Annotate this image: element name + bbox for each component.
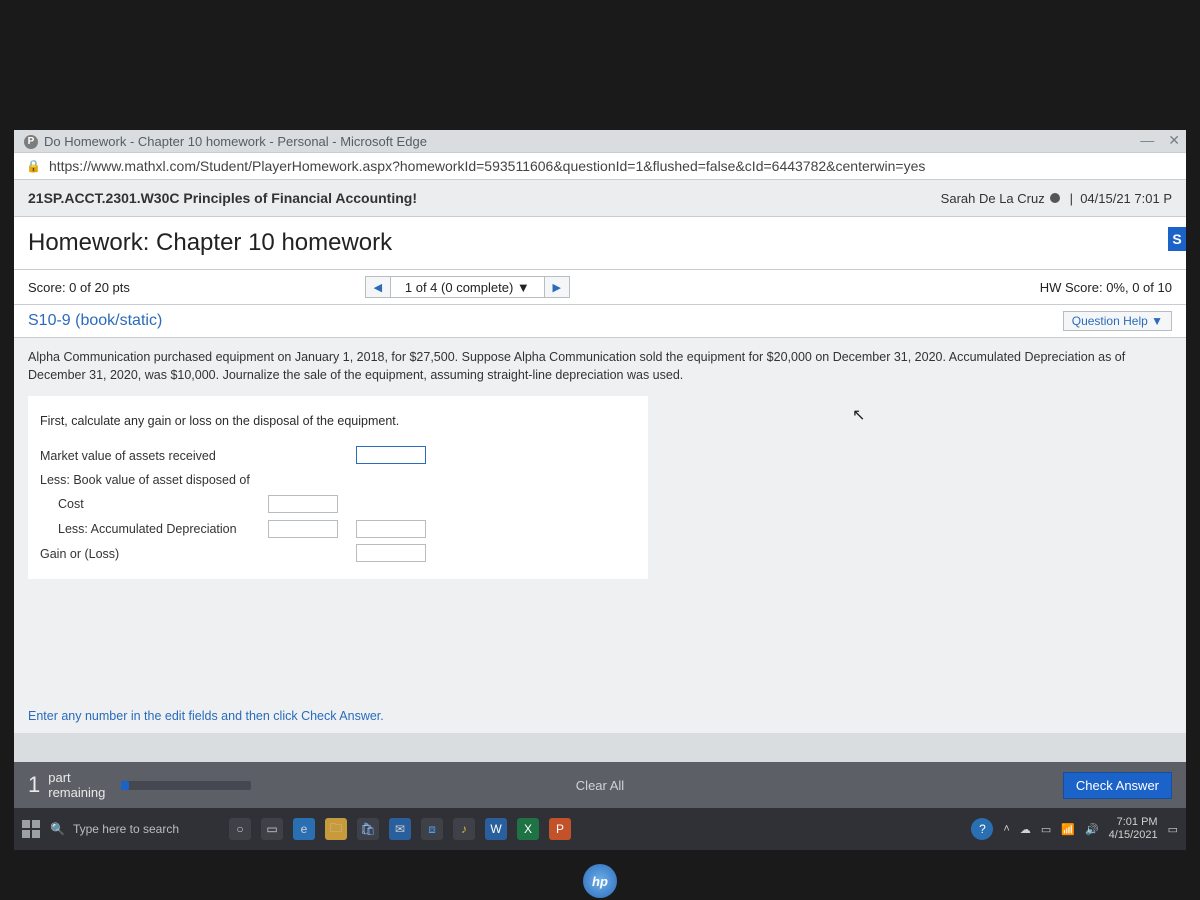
wifi-tray-icon[interactable]: 📶 [1061, 823, 1075, 836]
check-answer-button[interactable]: Check Answer [1063, 772, 1172, 799]
question-body: Alpha Communication purchased equipment … [14, 338, 1186, 733]
url-text: https://www.mathxl.com/Student/PlayerHom… [49, 158, 925, 174]
address-bar[interactable]: 🔒 https://www.mathxl.com/Student/PlayerH… [14, 152, 1186, 180]
cortana-icon[interactable]: ○ [229, 818, 251, 840]
course-header: 21SP.ACCT.2301.W30C Principles of Financ… [14, 180, 1186, 217]
lock-icon: 🔒 [26, 159, 41, 173]
accdep-input[interactable] [268, 520, 338, 538]
search-placeholder: Type here to search [73, 822, 179, 836]
work-area: First, calculate any gain or loss on the… [28, 396, 648, 579]
search-icon: 🔍 [50, 822, 65, 836]
answer-hint: Enter any number in the edit fields and … [28, 699, 1172, 733]
parts-remaining: 1 part remaining [28, 770, 251, 800]
course-name: 21SP.ACCT.2301.W30C Principles of Financ… [28, 190, 417, 206]
homework-title-row: Homework: Chapter 10 homework S [14, 217, 1186, 270]
parts-count: 1 [28, 772, 40, 798]
excel-icon[interactable]: X [517, 818, 539, 840]
parts-label-2: remaining [48, 785, 105, 800]
window-title: Do Homework - Chapter 10 homework - Pers… [44, 134, 427, 149]
row-gain-label: Gain or (Loss) [40, 544, 268, 563]
next-question-button[interactable]: ▶ [544, 276, 570, 298]
row-cost-label: Cost [40, 495, 268, 514]
score-label: Score: 0 of 20 pts [28, 280, 130, 295]
homework-title: Homework: Chapter 10 homework [28, 229, 392, 256]
onedrive-tray-icon[interactable]: ☁ [1020, 823, 1031, 836]
step-instruction: First, calculate any gain or loss on the… [40, 412, 636, 430]
store-icon[interactable]: 🛍 [357, 818, 379, 840]
question-nav: ◀ 1 of 4 (0 complete) ▼ ▶ [365, 276, 570, 298]
hp-logo: hp [583, 864, 617, 898]
system-tray: ? ˄ ☁ ▭ 📶 🔊 7:01 PM 4/15/2021 ▭ [971, 816, 1178, 841]
clock-date: 4/15/2021 [1109, 829, 1158, 842]
question-header: S10-9 (book/static) Question Help ▼ [14, 305, 1186, 338]
taskbar-search[interactable]: 🔍 Type here to search [50, 822, 179, 836]
bv-total-input[interactable] [356, 520, 426, 538]
row-mv-label: Market value of assets received [40, 446, 268, 465]
edge-icon[interactable]: e [293, 818, 315, 840]
battery-tray-icon[interactable]: ▭ [1041, 823, 1051, 836]
calc-table: Market value of assets received Less: Bo… [40, 440, 444, 569]
session-time: 04/15/21 7:01 P [1080, 191, 1172, 206]
parts-label-1: part [48, 770, 70, 785]
clear-all-button[interactable]: Clear All [576, 778, 624, 793]
mv-input[interactable] [356, 446, 426, 464]
volume-tray-icon[interactable]: 🔊 [1085, 823, 1099, 836]
taskview-icon[interactable]: ▭ [261, 818, 283, 840]
notifications-icon[interactable]: ▭ [1168, 823, 1178, 836]
music-icon[interactable]: ♪ [453, 818, 475, 840]
gain-input[interactable] [356, 544, 426, 562]
dropbox-icon[interactable]: ⧈ [421, 818, 443, 840]
user-icon [1050, 193, 1060, 203]
windows-taskbar: 🔍 Type here to search ○ ▭ e 🗀 🛍 ✉ ⧈ ♪ W … [14, 808, 1186, 850]
tray-chevron-icon[interactable]: ˄ [1003, 823, 1009, 835]
word-icon[interactable]: W [485, 818, 507, 840]
cost-input[interactable] [268, 495, 338, 513]
prev-question-button[interactable]: ◀ [365, 276, 391, 298]
help-tray-icon[interactable]: ? [971, 818, 993, 840]
progress-bar [121, 781, 251, 790]
minimize-icon[interactable]: — [1140, 132, 1154, 149]
row-accdep-label: Less: Accumulated Depreciation [40, 520, 268, 539]
explorer-icon[interactable]: 🗀 [325, 818, 347, 840]
row-bv-label: Less: Book value of asset disposed of [40, 471, 268, 489]
app-window: P Do Homework - Chapter 10 homework - Pe… [14, 130, 1186, 850]
question-help-button[interactable]: Question Help ▼ [1063, 311, 1172, 331]
mail-icon[interactable]: ✉ [389, 818, 411, 840]
hw-score: HW Score: 0%, 0 of 10 [1040, 280, 1172, 295]
question-prompt: Alpha Communication purchased equipment … [28, 348, 1172, 384]
save-chip[interactable]: S [1168, 227, 1186, 251]
progress-text: 1 of 4 (0 complete) ▼ [405, 280, 530, 295]
pearson-icon: P [24, 135, 38, 149]
question-progress-dropdown[interactable]: 1 of 4 (0 complete) ▼ [391, 276, 544, 298]
clock-time: 7:01 PM [1109, 816, 1158, 829]
close-icon[interactable]: ✕ [1168, 132, 1180, 149]
user-name[interactable]: Sarah De La Cruz [941, 191, 1045, 206]
score-row: Score: 0 of 20 pts ◀ 1 of 4 (0 complete)… [14, 270, 1186, 305]
question-id: S10-9 (book/static) [28, 312, 162, 330]
footer-bar: 1 part remaining Clear All Check Answer [14, 762, 1186, 808]
taskbar-clock[interactable]: 7:01 PM 4/15/2021 [1109, 816, 1158, 841]
start-button[interactable] [22, 820, 40, 838]
powerpoint-icon[interactable]: P [549, 818, 571, 840]
window-titlebar: P Do Homework - Chapter 10 homework - Pe… [14, 130, 1186, 152]
